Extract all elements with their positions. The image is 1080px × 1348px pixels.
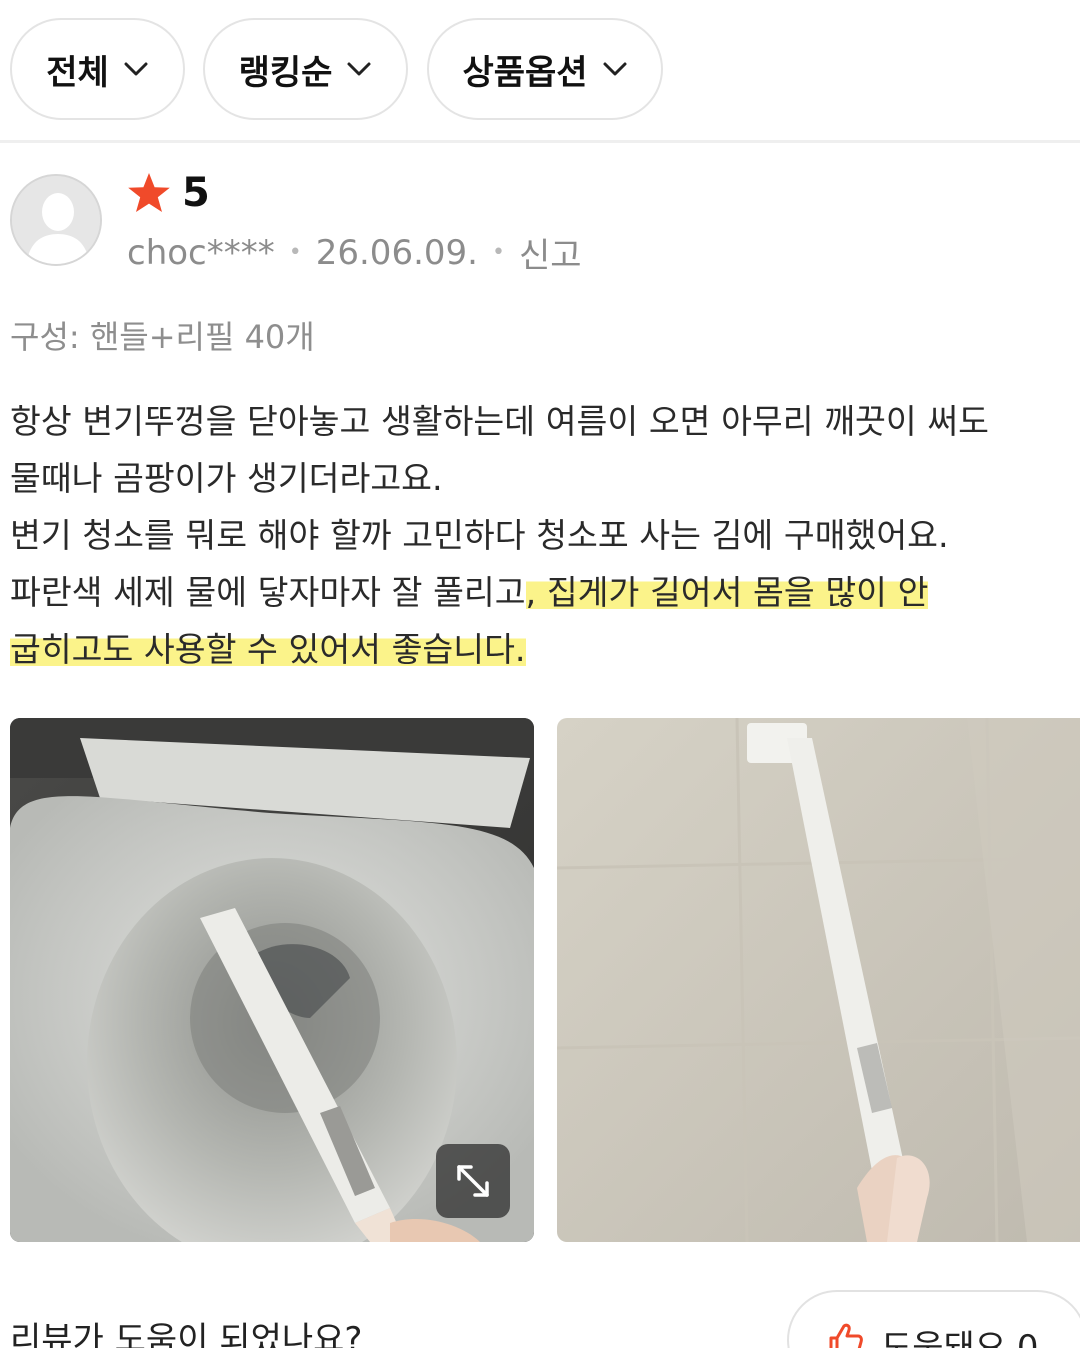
rating: 5: [126, 170, 210, 216]
report-link[interactable]: 신고: [519, 228, 582, 277]
filter-ranking-label: 랭킹순: [238, 52, 333, 93]
helpful-button-label: 도움돼요 0: [881, 1328, 1039, 1348]
cleaner-photo-image: [557, 718, 1080, 1242]
filter-divider: [0, 140, 1080, 143]
helpful-button[interactable]: 도움돼요 0: [787, 1290, 1080, 1348]
review-body-segment: 파란색 세제 물에 닿자마자 잘 풀리고: [10, 573, 526, 612]
helpful-question: 리뷰가 도움이 되었나요?: [10, 1320, 363, 1348]
expand-photo-button[interactable]: [436, 1144, 510, 1218]
review-date: 26.06.09.: [315, 232, 478, 273]
avatar: [10, 174, 102, 266]
reviewer-name: choc****: [127, 232, 275, 273]
review-body: 항상 변기뚜껑을 닫아놓고 생활하는데 여름이 오면 아무리 깨끗이 써도 물때…: [10, 393, 1075, 678]
review-body-line: 굽히고도 사용할 수 있어서 좋습니다.: [10, 621, 1075, 678]
review-page: 전체 랭킹순 상품옵션 5 choc**** • 26.06.09. • 신고 …: [0, 0, 1080, 1348]
review-body-line: 항상 변기뚜껑을 닫아놓고 생활하는데 여름이 오면 아무리 깨끗이 써도: [10, 402, 989, 441]
chevron-down-icon: [124, 62, 148, 76]
filter-option-label: 상품옵션: [462, 52, 588, 93]
purchased-option: 구성: 핸들+리필 40개: [10, 318, 315, 356]
filter-all-label: 전체: [46, 52, 109, 93]
highlighted-text: 굽히고도 사용할 수 있어서 좋습니다.: [10, 630, 526, 669]
thumbs-up-icon: [829, 1323, 863, 1348]
chevron-down-icon: [603, 62, 627, 76]
review-body-line: 물때나 곰팡이가 생기더라고요.: [10, 459, 443, 498]
expand-icon: [457, 1165, 489, 1197]
filter-all-dropdown[interactable]: 전체: [10, 18, 185, 120]
filter-bar: 전체 랭킹순 상품옵션: [0, 0, 1080, 142]
highlighted-text: , 집게가 길어서 몸을 많이 안: [525, 573, 929, 612]
review-photo-2[interactable]: [557, 718, 1080, 1242]
review-body-line: 변기 청소를 뭐로 해야 할까 고민하다 청소포 사는 김에 구매했어요.: [10, 516, 949, 555]
review-meta: choc**** • 26.06.09. • 신고: [127, 228, 582, 277]
rating-score: 5: [182, 170, 210, 216]
meta-separator: •: [491, 240, 505, 265]
star-icon: [128, 173, 170, 212]
review-body-line: 파란색 세제 물에 닿자마자 잘 풀리고, 집게가 길어서 몸을 많이 안: [10, 564, 1075, 621]
meta-separator: •: [288, 240, 302, 265]
filter-option-dropdown[interactable]: 상품옵션: [427, 18, 663, 120]
chevron-down-icon: [347, 62, 371, 76]
filter-ranking-dropdown[interactable]: 랭킹순: [203, 18, 408, 120]
review-photo-1[interactable]: [10, 718, 534, 1242]
default-avatar-icon: [12, 176, 100, 264]
